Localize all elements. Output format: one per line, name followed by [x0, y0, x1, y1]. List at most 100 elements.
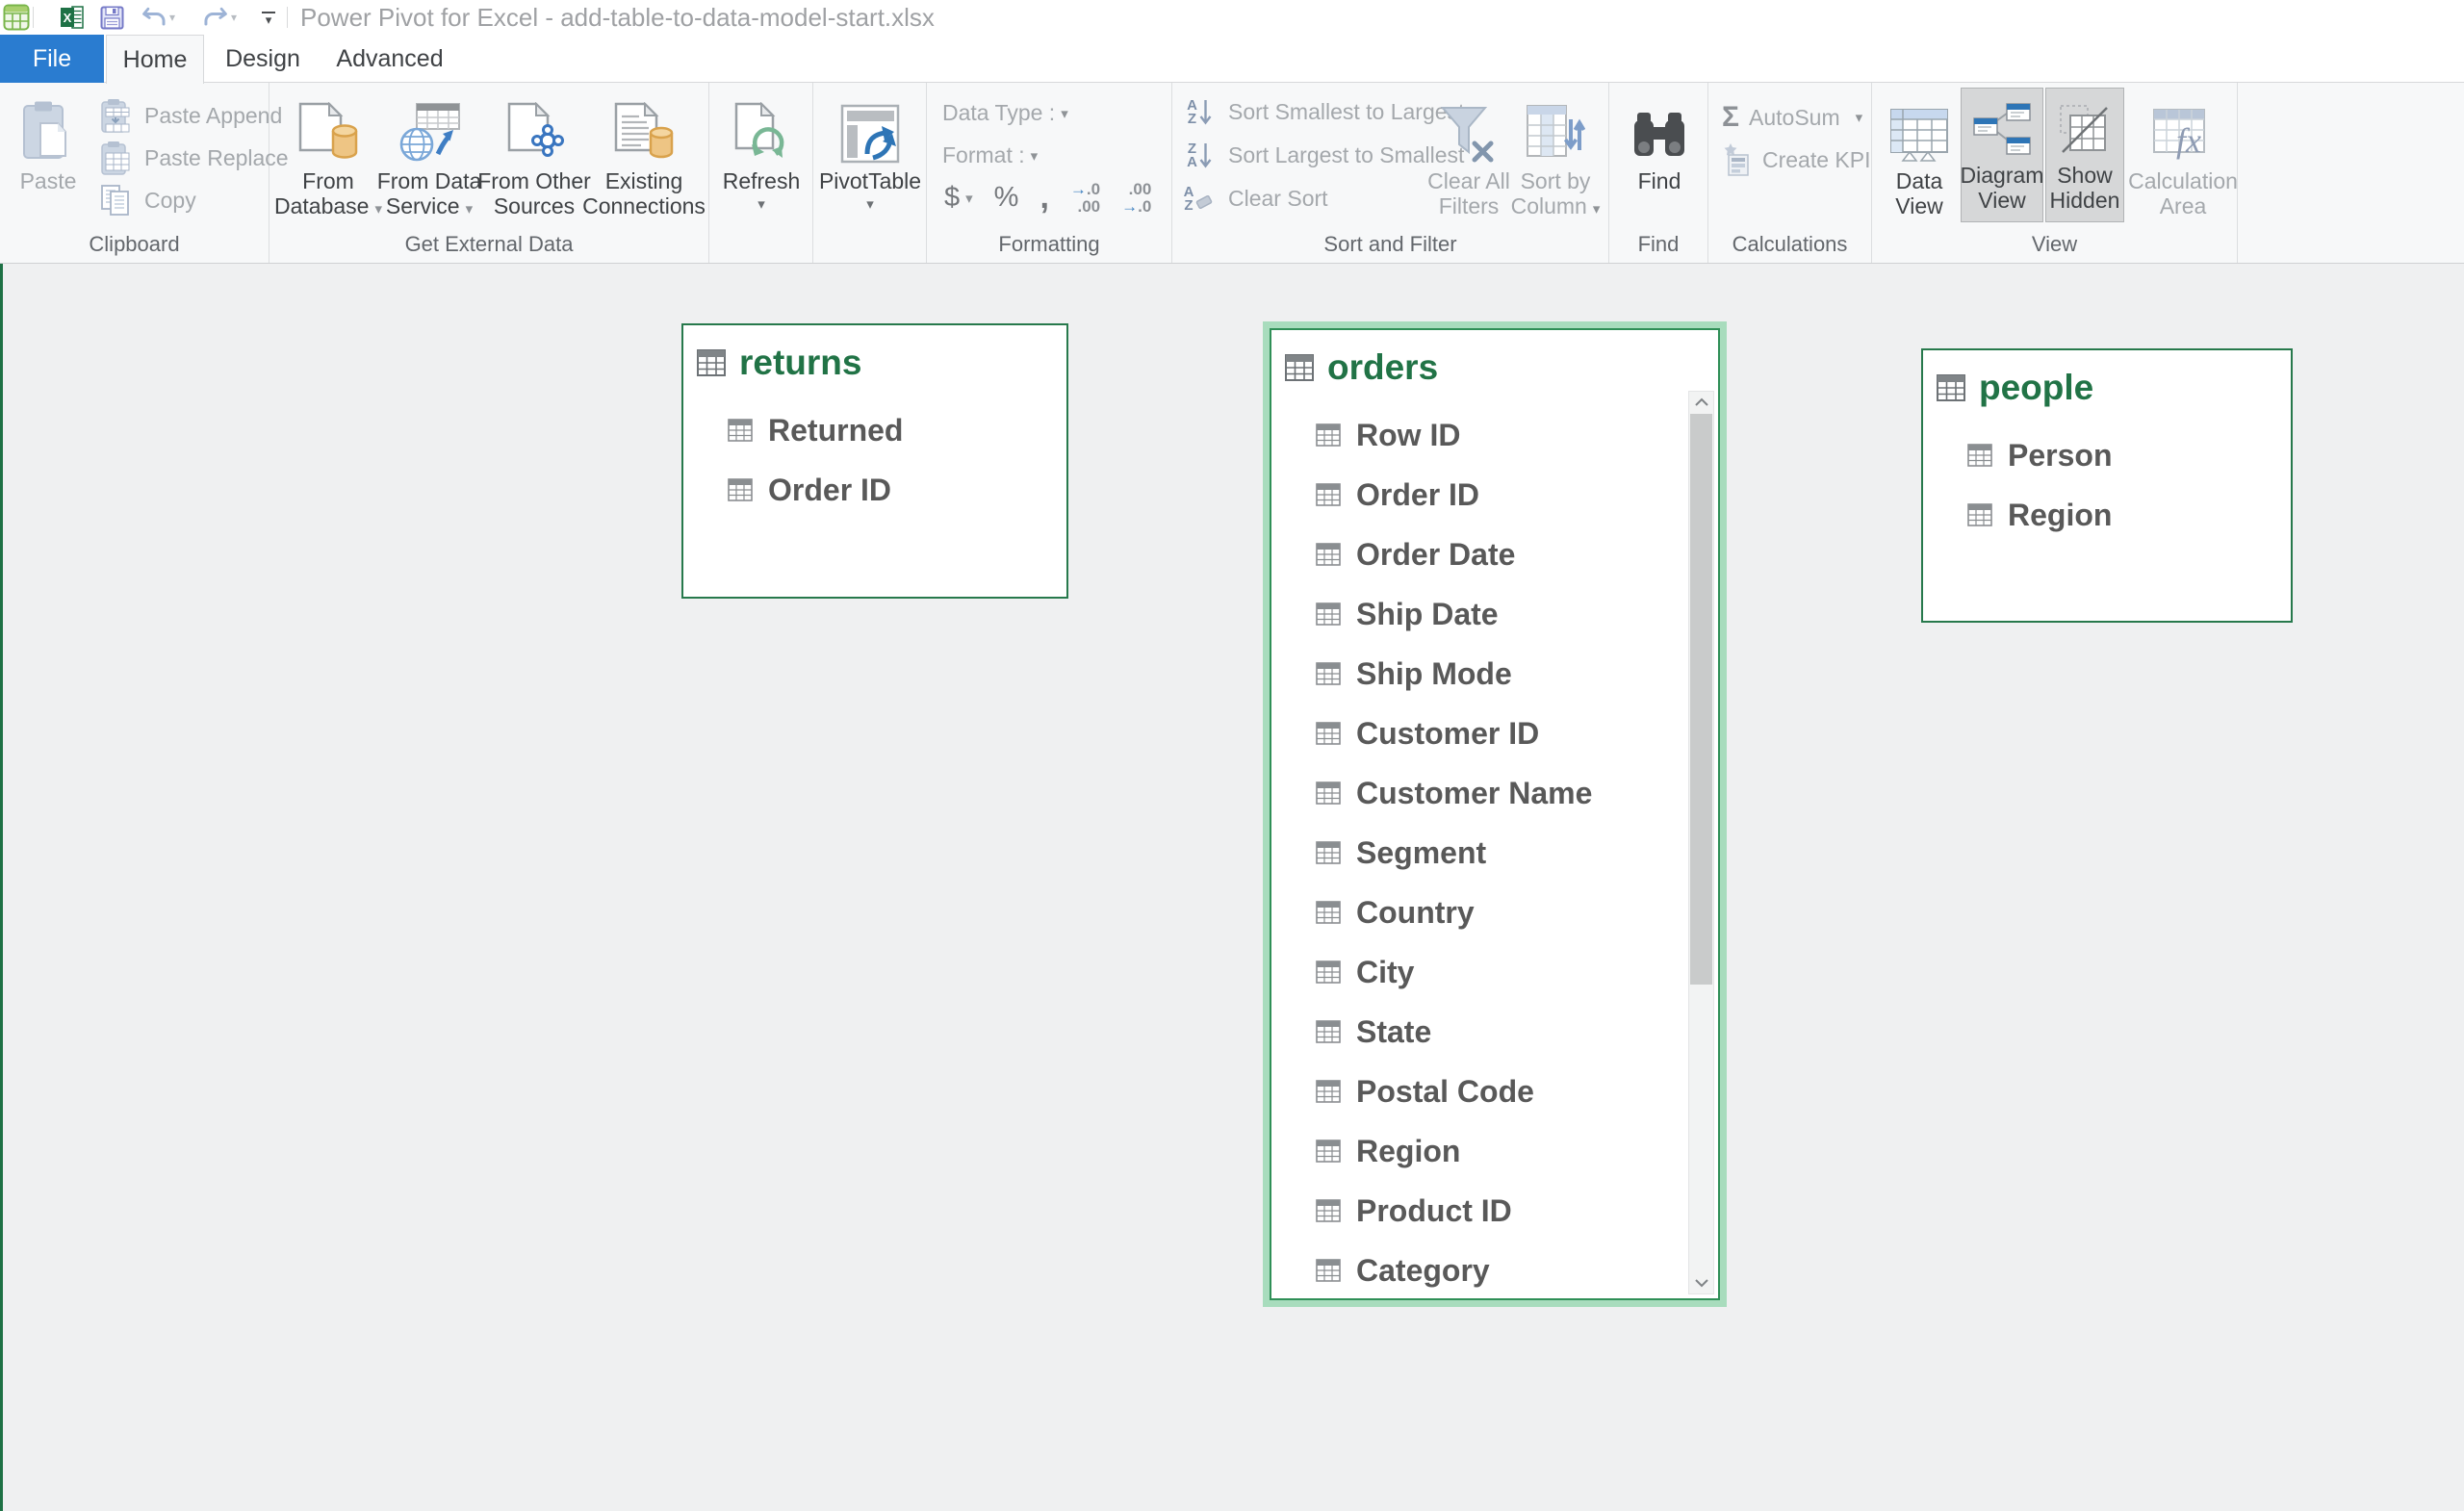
- tab-advanced[interactable]: Advanced: [337, 35, 443, 83]
- clipboard-group-label: Clipboard: [0, 232, 269, 257]
- pivottable-button[interactable]: PivotTable ▾: [820, 90, 920, 213]
- pivottable-label: PivotTable: [819, 168, 921, 193]
- thousands-separator-button[interactable]: ,: [1040, 179, 1048, 217]
- copy-button[interactable]: Copy: [96, 179, 289, 221]
- tab-file[interactable]: File: [0, 35, 104, 83]
- field-row[interactable]: State: [1271, 1002, 1718, 1062]
- clear-sort-label: Clear Sort: [1228, 186, 1328, 212]
- ribbon-group-formatting: Data Type : ▾ Format : ▾ $ ▾ % , →.0.00 …: [927, 83, 1172, 263]
- paste-append-icon: [96, 97, 135, 134]
- undo-dropdown-icon[interactable]: ▾: [169, 11, 175, 24]
- table-returns-header[interactable]: returns: [683, 325, 1066, 400]
- existing-connections-label-2: Connections: [582, 193, 706, 218]
- field-row[interactable]: Order ID: [683, 460, 1066, 520]
- table-orders[interactable]: orders Row ID Order ID Order Date Ship D…: [1270, 328, 1720, 1300]
- diagram-canvas[interactable]: returns Returned Order ID orders Row ID …: [0, 264, 2464, 1511]
- redo-button[interactable]: ▾: [202, 0, 237, 35]
- table-returns[interactable]: returns Returned Order ID: [681, 323, 1068, 599]
- show-hidden-button[interactable]: Show Hidden: [2045, 88, 2124, 222]
- field-label: Category: [1356, 1253, 1490, 1289]
- field-row[interactable]: Order ID: [1271, 465, 1718, 525]
- from-data-service-dropdown-icon: ▾: [466, 201, 474, 218]
- currency-dropdown-icon: ▾: [965, 190, 973, 207]
- field-row[interactable]: Returned: [683, 400, 1066, 460]
- scrollbar-thumb[interactable]: [1690, 414, 1712, 985]
- from-database-button[interactable]: From Database▾: [279, 90, 377, 222]
- field-icon: [728, 478, 753, 501]
- decrease-decimals-button[interactable]: .00→.0: [1121, 181, 1151, 216]
- diagram-view-button[interactable]: Diagram View: [1961, 88, 2043, 222]
- undo-button[interactable]: ▾: [141, 0, 175, 35]
- field-label: Row ID: [1356, 418, 1460, 453]
- find-group-label: Find: [1609, 232, 1707, 257]
- save-button[interactable]: [96, 0, 127, 35]
- ribbon-tab-row: File Home Design Advanced: [0, 35, 2464, 83]
- from-data-service-button[interactable]: From Data Service▾: [380, 90, 478, 222]
- refresh-dropdown-icon: ▾: [757, 195, 765, 213]
- field-icon: [1316, 841, 1341, 864]
- field-row[interactable]: Country: [1271, 883, 1718, 942]
- orders-scrollbar[interactable]: [1688, 391, 1714, 1294]
- other-sources-icon: [503, 90, 565, 164]
- paste-append-label: Paste Append: [144, 103, 282, 129]
- existing-connections-button[interactable]: Existing Connections: [594, 90, 694, 218]
- field-label: Segment: [1356, 835, 1486, 871]
- create-kpi-button[interactable]: Create KPI: [1722, 139, 1871, 181]
- paste-replace-button[interactable]: Paste Replace: [96, 137, 289, 179]
- show-hidden-label-1: Show: [2057, 163, 2113, 188]
- field-row[interactable]: Order Date: [1271, 525, 1718, 584]
- paste-append-button[interactable]: Paste Append: [96, 94, 289, 137]
- sort-by-column-icon: [1526, 90, 1585, 164]
- field-row[interactable]: Category: [1271, 1241, 1718, 1300]
- field-row[interactable]: Postal Code: [1271, 1062, 1718, 1121]
- formatting-group-label: Formatting: [927, 232, 1171, 257]
- show-hidden-label-2: Hidden: [2050, 188, 2120, 213]
- customize-qat-button[interactable]: ▾: [256, 0, 281, 35]
- existing-connections-label-1: Existing: [605, 168, 683, 193]
- table-people[interactable]: people Person Region: [1921, 348, 2293, 623]
- ribbon-group-calculations: Σ AutoSum ▾ Create KPI Calculations: [1708, 83, 1872, 263]
- data-type-dropdown[interactable]: Data Type : ▾: [942, 100, 1068, 126]
- field-row[interactable]: Ship Date: [1271, 584, 1718, 644]
- format-dropdown-icon: ▾: [1031, 147, 1039, 165]
- field-row[interactable]: Region: [1271, 1121, 1718, 1181]
- data-view-icon: [1889, 90, 1949, 164]
- autosum-button[interactable]: Σ AutoSum ▾: [1722, 96, 1871, 139]
- calculation-area-button[interactable]: fx Calculation Area: [2130, 90, 2236, 218]
- data-view-label-1: Data: [1896, 168, 1943, 193]
- table-orders-header[interactable]: orders: [1271, 330, 1718, 405]
- refresh-button[interactable]: Refresh ▾: [715, 90, 808, 213]
- field-row[interactable]: Customer Name: [1271, 763, 1718, 823]
- find-button[interactable]: Find: [1617, 90, 1702, 193]
- tab-home[interactable]: Home: [106, 35, 204, 84]
- field-row[interactable]: City: [1271, 942, 1718, 1002]
- field-row[interactable]: Person: [1923, 425, 2291, 485]
- field-row[interactable]: Region: [1923, 485, 2291, 545]
- field-label: City: [1356, 955, 1414, 990]
- ribbon-group-clipboard: Paste Paste Append Paste Replace: [0, 83, 270, 263]
- redo-dropdown-icon[interactable]: ▾: [231, 11, 237, 24]
- from-other-sources-button[interactable]: From Other Sources: [485, 90, 583, 218]
- excel-icon[interactable]: X: [58, 0, 87, 35]
- data-view-button[interactable]: Data View: [1878, 90, 1961, 218]
- format-dropdown[interactable]: Format : ▾: [942, 142, 1038, 168]
- currency-format-button[interactable]: $ ▾: [944, 182, 973, 214]
- field-row[interactable]: Product ID: [1271, 1181, 1718, 1241]
- increase-decimals-button[interactable]: →.0.00: [1070, 181, 1100, 216]
- scroll-down-arrow[interactable]: [1689, 1272, 1713, 1293]
- percent-format-button[interactable]: %: [994, 182, 1019, 214]
- field-row[interactable]: Row ID: [1271, 405, 1718, 465]
- tab-design[interactable]: Design: [221, 35, 304, 83]
- database-icon: [296, 90, 360, 164]
- sort-by-column-button[interactable]: Sort by Column▾: [1504, 90, 1606, 222]
- field-row[interactable]: Customer ID: [1271, 704, 1718, 763]
- paste-label: Paste: [20, 168, 77, 193]
- field-row[interactable]: Ship Mode: [1271, 644, 1718, 704]
- table-people-header[interactable]: people: [1923, 350, 2291, 425]
- scroll-up-arrow[interactable]: [1689, 392, 1713, 413]
- binoculars-icon: [1632, 90, 1686, 164]
- field-icon: [1316, 1080, 1341, 1103]
- paste-button[interactable]: Paste: [8, 90, 89, 193]
- field-row[interactable]: Segment: [1271, 823, 1718, 883]
- powerpivot-app-icon: [2, 0, 31, 35]
